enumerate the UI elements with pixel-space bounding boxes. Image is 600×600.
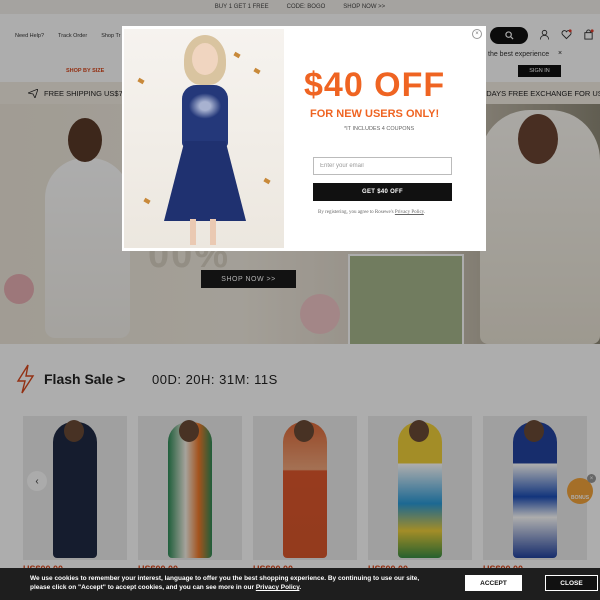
signup-modal: × $40 OFF FOR NEW USERS ONLY! *IT INCLUD… <box>122 26 486 251</box>
get-discount-button[interactable]: GET $40 OFF <box>313 183 452 201</box>
modal-model-photo <box>124 29 284 248</box>
modal-terms: By registering, you agree to Rosewe's Pr… <box>318 210 425 215</box>
terms-text: By registering, you agree to Rosewe's <box>318 210 394 215</box>
privacy-policy-link[interactable]: Privacy Policy <box>395 210 424 215</box>
cookie-privacy-link[interactable]: Privacy Policy <box>256 584 300 591</box>
modal-headline: $40 OFF <box>304 66 446 104</box>
cookie-banner: We use cookies to remember your interest… <box>0 568 600 600</box>
modal-subheadline: FOR NEW USERS ONLY! <box>310 108 440 120</box>
close-cookie-button[interactable]: CLOSE <box>545 575 598 591</box>
cookie-text: We use cookies to remember your interest… <box>30 575 420 592</box>
modal-close-icon[interactable]: × <box>472 29 482 39</box>
email-field[interactable] <box>313 157 452 175</box>
cookie-message: We use cookies to remember your interest… <box>30 574 430 592</box>
cookie-text-end: . <box>299 584 302 592</box>
accept-cookies-button[interactable]: ACCEPT <box>465 575 522 591</box>
terms-end: . <box>423 210 426 215</box>
modal-coupon-note: *IT INCLUDES 4 COUPONS <box>344 126 415 132</box>
